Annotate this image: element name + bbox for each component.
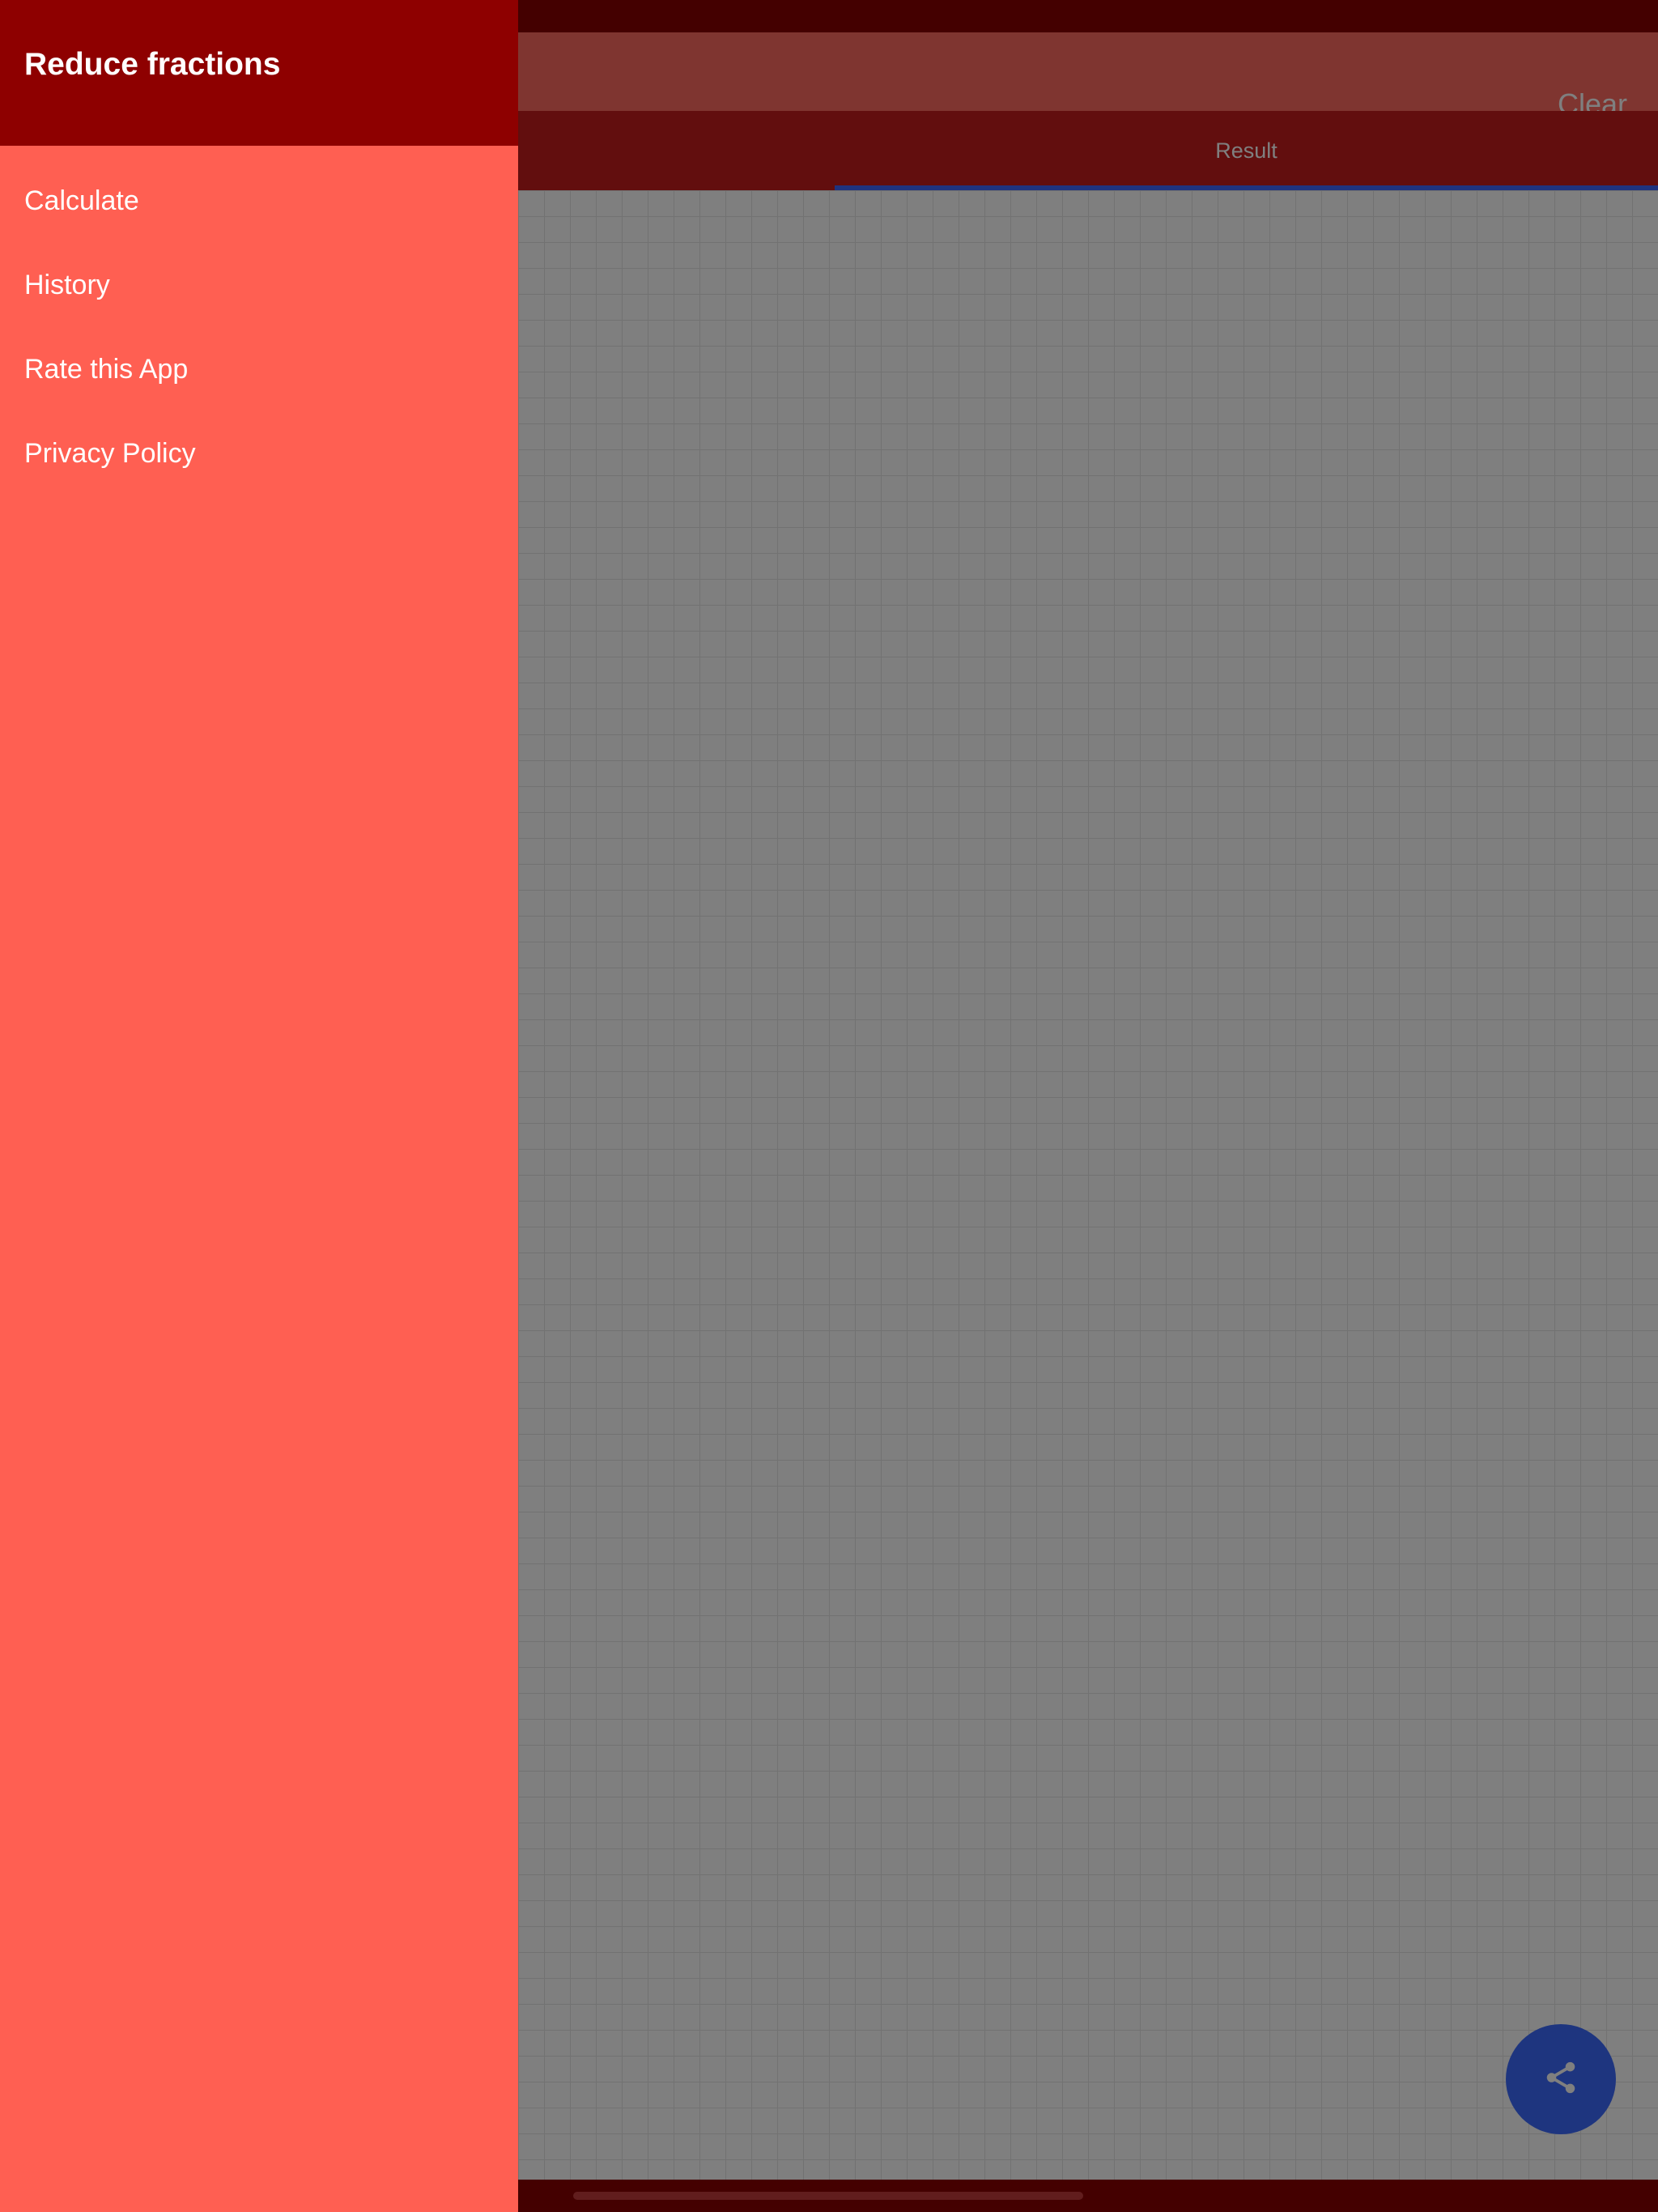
drawer-item-history[interactable]: History xyxy=(0,243,518,327)
drawer-title: Reduce fractions xyxy=(24,47,281,82)
drawer-item-privacy-policy[interactable]: Privacy Policy xyxy=(0,411,518,496)
navigation-drawer: Reduce fractions Calculate History Rate … xyxy=(0,0,518,2212)
drawer-menu: Calculate History Rate this App Privacy … xyxy=(0,159,518,496)
drawer-item-calculate[interactable]: Calculate xyxy=(0,159,518,243)
app-screen: Clear Result Reduce fractions Calculate … xyxy=(0,0,1658,2212)
drawer-item-rate-app[interactable]: Rate this App xyxy=(0,327,518,411)
drawer-header: Reduce fractions xyxy=(0,0,518,146)
